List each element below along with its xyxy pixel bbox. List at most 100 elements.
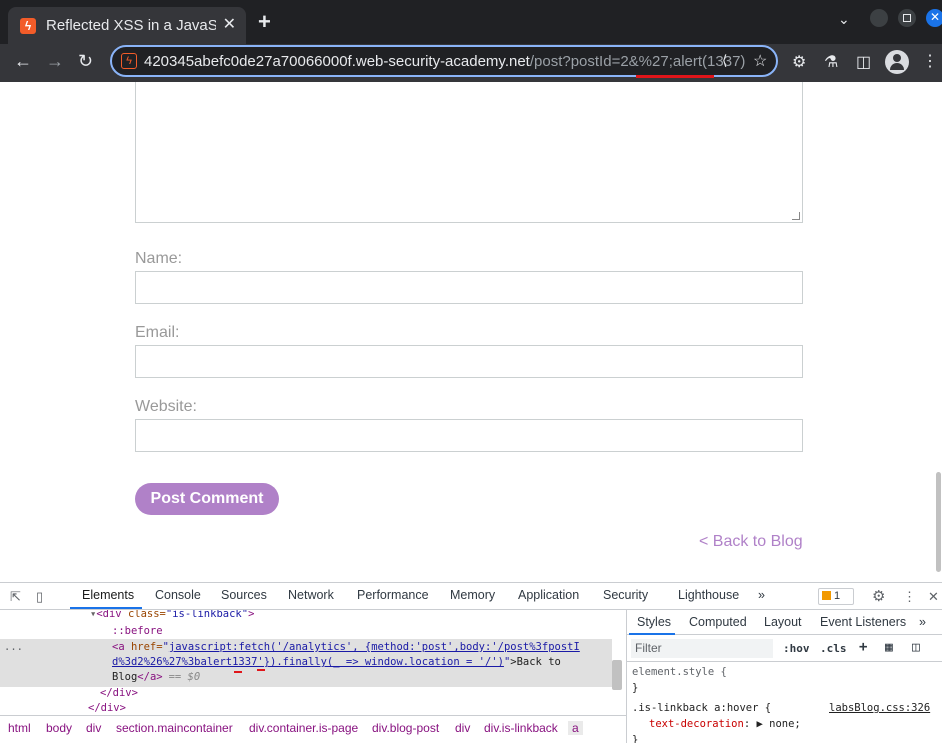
styles-filter-row: Filter :hov .cls + ▦ ◫ <box>627 636 942 662</box>
crumb-div-container[interactable]: div.container.is-page <box>249 721 358 735</box>
issues-count: 1 <box>834 590 841 602</box>
element-style-selector[interactable]: element.style { <box>632 666 727 678</box>
css-source-link[interactable]: labsBlog.css:326 <box>829 702 930 714</box>
address-bar[interactable]: ϟ 420345abefc0de27a70066000f.web-securit… <box>110 45 778 78</box>
website-field[interactable] <box>135 419 803 452</box>
more-tabs-icon[interactable]: » <box>758 588 765 602</box>
tab-lighthouse[interactable]: Lighthouse <box>678 588 739 602</box>
side-panel-icon[interactable]: ◫ <box>856 52 871 72</box>
name-field[interactable] <box>135 271 803 304</box>
minimize-window-icon[interactable] <box>870 9 888 27</box>
tab-layout[interactable]: Layout <box>764 615 802 629</box>
bookmark-star-icon[interactable]: ☆ <box>753 51 767 71</box>
crumb-div-2[interactable]: div <box>455 721 470 735</box>
issue-warning-icon <box>822 591 831 600</box>
tab-network[interactable]: Network <box>288 588 334 602</box>
new-tab-icon[interactable]: + <box>258 9 271 35</box>
crumb-body[interactable]: body <box>46 721 72 735</box>
dom-node-a-text[interactable]: Blog</a> == $0 <box>112 671 200 683</box>
browser-menu-icon[interactable]: ⋮ <box>922 51 938 71</box>
styles-pane: Styles Computed Layout Event Listeners »… <box>626 610 942 743</box>
element-style-close: } <box>632 682 639 694</box>
a-text-part1: >Back to <box>510 656 561 668</box>
crumb-div-is-linkback[interactable]: div.is-linkback <box>484 721 558 735</box>
href-value-line2[interactable]: d%3d2%26%27%3balert1337'}).finally(_ => … <box>112 656 504 668</box>
styles-active-indicator <box>629 633 675 635</box>
tab-performance[interactable]: Performance <box>357 588 429 602</box>
email-label: Email: <box>135 324 180 341</box>
hover-state-button[interactable]: :hov <box>783 642 810 655</box>
close-devtools-icon[interactable]: ✕ <box>928 589 939 605</box>
crumb-section-maincontainer[interactable]: section.maincontainer <box>116 721 233 735</box>
tab-search-chevron-icon[interactable]: ⌄ <box>838 11 850 28</box>
tab-computed[interactable]: Computed <box>689 615 747 629</box>
linkback-hover-selector[interactable]: .is-linkback a:hover { <box>632 702 771 714</box>
css-property: text-decoration <box>649 718 744 730</box>
crumb-html[interactable]: html <box>8 721 31 735</box>
crumb-div[interactable]: div <box>86 721 101 735</box>
dom-node-a-href[interactable]: <a href="javascript:fetch('/analytics', … <box>112 641 580 653</box>
dom-node-div-close-2[interactable]: </div> <box>88 702 126 714</box>
name-label: Name: <box>135 250 183 267</box>
tab-elements[interactable]: Elements <box>82 588 134 602</box>
tab-event-listeners[interactable]: Event Listeners <box>820 615 906 629</box>
attr-class-value: "is-linkback" <box>165 610 249 620</box>
dom-node-div-linkback[interactable]: ▾<div class="is-linkback"> <box>90 610 254 620</box>
href-value-line1[interactable]: javascript:fetch('/analytics', {method:'… <box>169 641 580 653</box>
tag-a-close: </a> <box>137 671 163 683</box>
tag-close-bracket: > <box>248 610 255 620</box>
tag-open: <div <box>96 610 128 620</box>
more-styles-tabs-icon[interactable]: » <box>919 615 926 629</box>
site-info-icon[interactable]: ϟ <box>121 53 137 69</box>
resize-handle-icon[interactable] <box>792 212 800 220</box>
page-scrollbar[interactable] <box>936 472 941 572</box>
tab-close-icon[interactable]: ✕ <box>223 16 236 34</box>
settings-gear-icon[interactable]: ⚙ <box>872 587 885 605</box>
profile-avatar[interactable] <box>885 50 909 74</box>
tab-memory[interactable]: Memory <box>450 588 495 602</box>
labs-flask-icon[interactable]: ⚗ <box>824 52 838 72</box>
forward-arrow-icon[interactable]: → <box>46 50 64 72</box>
elements-dom-tree: ▾<div class="is-linkback"> ::before ... … <box>0 610 626 715</box>
share-icon[interactable]: ⟨ <box>722 52 727 69</box>
extensions-puzzle-icon[interactable]: ⚙ <box>792 52 806 72</box>
url-host: 420345abefc0de27a70066000f.web-security-… <box>144 53 530 70</box>
paint-flashing-icon[interactable]: ▦ <box>885 640 893 655</box>
tab-application[interactable]: Application <box>518 588 579 602</box>
tab-security[interactable]: Security <box>603 588 648 602</box>
dom-node-div-close[interactable]: </div> <box>100 687 138 699</box>
node-ellipsis-icon[interactable]: ... <box>4 641 23 653</box>
styles-filter-input[interactable]: Filter <box>631 639 773 658</box>
crumb-a[interactable]: a <box>568 721 583 735</box>
crumb-div-blog-post[interactable]: div.blog-post <box>372 721 439 735</box>
text-decoration-declaration[interactable]: text-decoration: ▶ none; <box>649 718 801 730</box>
tab-console[interactable]: Console <box>155 588 201 602</box>
a-text-part2: Blog <box>112 671 138 683</box>
device-toolbar-icon[interactable]: ▯ <box>36 589 43 605</box>
website-label: Website: <box>135 398 197 415</box>
dom-node-before[interactable]: ::before <box>112 625 163 637</box>
rule-close: } <box>632 734 639 743</box>
close-window-icon[interactable]: ✕ <box>926 9 942 27</box>
comment-textarea[interactable] <box>135 82 803 223</box>
new-rule-plus-icon[interactable]: + <box>859 639 867 655</box>
browser-tab[interactable]: ϟ Reflected XSS in a JavaScri ✕ <box>8 7 246 44</box>
elements-scrollbar[interactable] <box>612 660 622 690</box>
red-mark-annotation-2 <box>257 669 265 671</box>
maximize-window-icon[interactable] <box>898 9 916 27</box>
post-comment-button[interactable]: Post Comment <box>135 483 279 515</box>
issues-badge[interactable]: 1 <box>818 588 854 605</box>
tab-sources[interactable]: Sources <box>221 588 267 602</box>
red-underline-annotation <box>636 75 714 78</box>
tab-styles[interactable]: Styles <box>637 615 671 629</box>
email-field[interactable] <box>135 345 803 378</box>
class-toggle-button[interactable]: .cls <box>820 642 847 655</box>
back-to-blog-link[interactable]: < Back to Blog <box>699 533 803 551</box>
toggle-sidebar-icon[interactable]: ◫ <box>912 640 920 655</box>
reload-icon[interactable]: ↻ <box>78 50 93 72</box>
devtools-menu-icon[interactable]: ⋮ <box>903 589 916 605</box>
back-arrow-icon[interactable]: ← <box>14 50 32 72</box>
dom-node-a-href-cont[interactable]: d%3d2%26%27%3balert1337'}).finally(_ => … <box>112 656 561 668</box>
inspect-element-icon[interactable]: ⇱ <box>10 589 21 605</box>
dom-breadcrumb: html body div section.maincontainer div.… <box>0 715 626 743</box>
